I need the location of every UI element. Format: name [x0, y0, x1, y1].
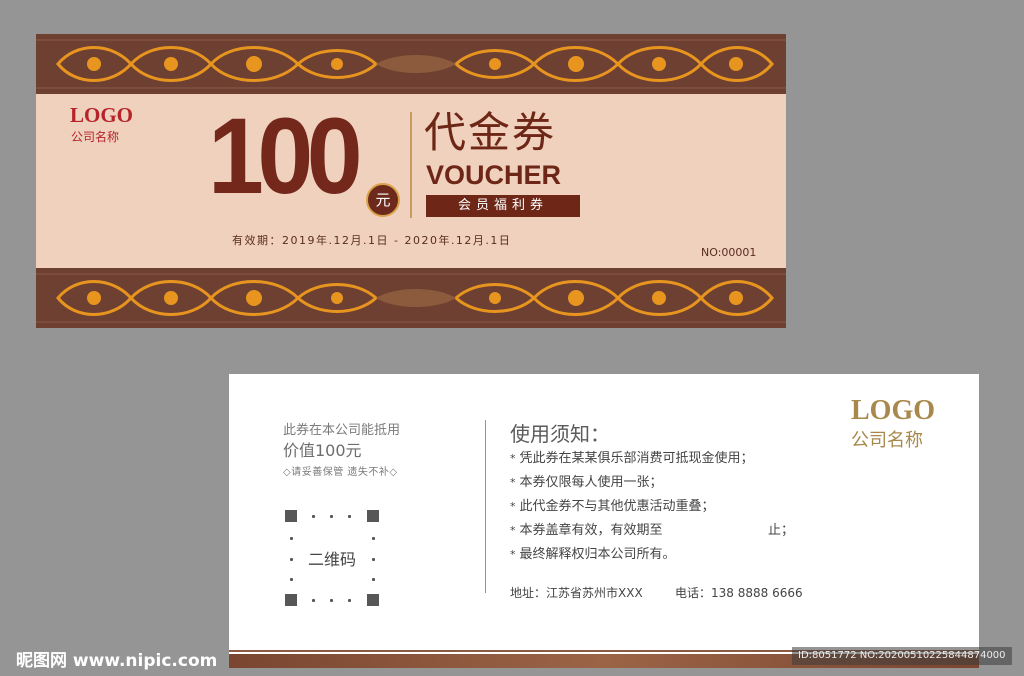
qr-dot: [348, 599, 351, 602]
address-text: 地址：江苏省苏州市XXX: [510, 586, 643, 600]
member-tag: 会员福利券: [426, 195, 580, 217]
bullet-icon: *: [510, 500, 516, 513]
qr-corner: [285, 594, 297, 606]
rule-text: 本券盖章有效，有效期至: [519, 523, 663, 538]
keep-safe-note: ◇请妥善保管 遗失不补◇: [283, 467, 398, 478]
qr-dot: [330, 515, 333, 518]
rule-item: * 最终解释权归本公司所有。: [510, 543, 676, 562]
voucher-front-center: LOGO 公司名称 100 元 代金券 VOUCHER 会员福利券 有效期：20…: [36, 94, 786, 268]
site-watermark: 昵图网 www.nipic.com: [16, 651, 218, 671]
ornament-band-bottom: [36, 268, 786, 328]
phone-text: 电话：138 8888 6666: [675, 586, 803, 600]
rule-item: * 此代金券不与其他优惠活动重叠；: [510, 495, 715, 514]
bullet-icon: *: [510, 548, 516, 561]
qr-code-label: 二维码: [307, 550, 356, 569]
voucher-back: 此券在本公司能抵用 价值100元 ◇请妥善保管 遗失不补◇ 二维码 使用须知： …: [229, 374, 979, 668]
qr-dot: [348, 515, 351, 518]
bullet-icon: *: [510, 524, 516, 537]
qr-dot: [290, 537, 293, 540]
qr-dot: [312, 515, 315, 518]
rule-text: 此代金券不与其他优惠活动重叠；: [519, 499, 715, 514]
qr-dot: [312, 599, 315, 602]
serial-number: NO:00001: [701, 246, 757, 259]
qr-dot: [330, 599, 333, 602]
qr-corner: [367, 510, 379, 522]
usage-description: 此券在本公司能抵用: [283, 423, 401, 438]
rule-item: * 凭此券在某某俱乐部消费可抵现金使用；: [510, 447, 754, 466]
rule-text: 最终解释权归本公司所有。: [519, 547, 676, 562]
rule-validity-suffix: 止；: [768, 523, 795, 538]
voucher-title-cn: 代金券: [424, 108, 557, 157]
company-name-gold: 公司名称: [851, 430, 923, 451]
qr-dot: [372, 578, 375, 581]
notice-title: 使用须知：: [510, 422, 610, 446]
id-watermark: ID:8051772 NO:20200510225844874000: [792, 647, 1012, 665]
usage-value: 价值100元: [283, 441, 362, 460]
qr-dot: [372, 537, 375, 540]
bullet-icon: *: [510, 452, 516, 465]
logo-text: LOGO: [70, 103, 134, 127]
ornament-band-top: [36, 34, 786, 94]
qr-corner: [367, 594, 379, 606]
bullet-icon: *: [510, 476, 516, 489]
company-name: 公司名称: [71, 130, 120, 144]
qr-corner: [285, 510, 297, 522]
rule-text: 凭此券在某某俱乐部消费可抵现金使用；: [519, 451, 754, 466]
back-divider: [485, 420, 486, 593]
rule-text: 本券仅限每人使用一张；: [519, 475, 663, 490]
rule-item: * 本券盖章有效，有效期至: [510, 519, 663, 538]
qr-code-placeholder: 二维码: [285, 510, 379, 606]
yuan-badge: 元: [366, 183, 400, 217]
voucher-amount: 100: [208, 95, 363, 216]
voucher-title-en: VOUCHER: [426, 160, 562, 190]
qr-dot: [290, 578, 293, 581]
validity-period: 有效期：2019年.12月.1日 - 2020年.12月.1日: [232, 234, 512, 247]
voucher-front: LOGO 公司名称 100 元 代金券 VOUCHER 会员福利券 有效期：20…: [36, 34, 786, 328]
title-divider: [410, 112, 412, 218]
rule-item: * 本券仅限每人使用一张；: [510, 471, 663, 490]
logo-text-gold: LOGO: [851, 395, 936, 426]
